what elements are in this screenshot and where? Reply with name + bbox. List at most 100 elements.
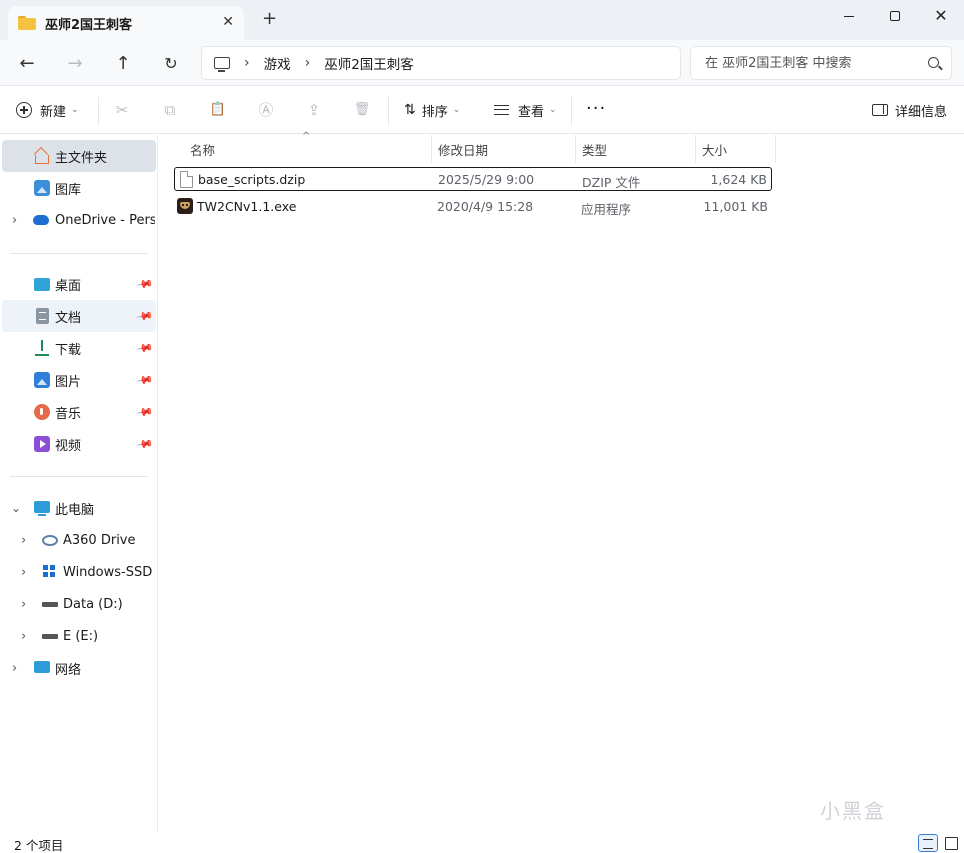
column-header-type[interactable]: 类型 — [582, 135, 607, 163]
close-window-button[interactable]: ✕ — [918, 0, 964, 32]
sidebar-item-music[interactable]: 音乐 📌 — [2, 396, 156, 428]
address-row: ← → ↑ ↻ › 游戏 › 巫师2国王刺客 — [0, 40, 964, 86]
navigation-pane: 主文件夹 图库 › OneDrive - Perso 桌面 📌 文档 📌 下载 … — [0, 135, 158, 832]
copy-icon[interactable]: ⧉ — [161, 101, 179, 119]
details-view-button[interactable] — [918, 834, 938, 852]
chevron-down-icon: ⌄ — [549, 105, 557, 115]
network-icon — [34, 661, 50, 673]
chevron-right-icon[interactable]: › — [12, 213, 17, 228]
sidebar-item-gallery[interactable]: 图库 — [2, 172, 156, 204]
chevron-right-icon[interactable]: › — [305, 55, 311, 71]
sort-button[interactable]: ⇅ 排序 ⌄ — [404, 95, 460, 125]
pin-icon[interactable]: 📌 — [136, 403, 155, 422]
minimize-button[interactable] — [826, 0, 872, 32]
status-bar: 2 个项目 — [0, 832, 964, 853]
file-date: 2025/5/29 9:00 — [438, 172, 535, 187]
sidebar-item-label: OneDrive - Perso — [55, 212, 155, 228]
chevron-right-icon[interactable]: › — [21, 565, 26, 580]
view-icon — [494, 105, 509, 115]
column-divider[interactable] — [775, 135, 776, 163]
desktop-icon — [34, 278, 50, 291]
delete-icon[interactable]: 🗑 — [353, 101, 371, 119]
column-header-name[interactable]: 名称 — [190, 135, 215, 163]
column-header-size[interactable]: 大小 — [702, 135, 727, 163]
close-icon: ✕ — [934, 6, 948, 25]
video-icon — [34, 436, 50, 452]
pin-icon[interactable]: 📌 — [136, 339, 155, 358]
sidebar-item-a360-drive[interactable]: › A360 Drive — [2, 524, 156, 556]
forward-button[interactable]: → — [59, 48, 91, 78]
pin-icon[interactable]: 📌 — [136, 275, 155, 294]
pin-icon[interactable]: 📌 — [136, 371, 155, 390]
sidebar-item-windows-ssd[interactable]: › Windows-SSD (C — [2, 556, 156, 588]
sidebar-item-pictures[interactable]: 图片 📌 — [2, 364, 156, 396]
view-button[interactable]: 查看 ⌄ — [494, 95, 557, 125]
details-pane-button[interactable]: 详细信息 — [872, 95, 947, 125]
breadcrumb-current[interactable]: 巫师2国王刺客 — [324, 53, 414, 73]
chevron-right-icon[interactable]: › — [12, 661, 17, 676]
sidebar-item-home[interactable]: 主文件夹 — [2, 140, 156, 172]
table-row[interactable]: TW2CNv1.1.exe 2020/4/9 15:28 应用程序 11,001… — [174, 195, 772, 219]
file-size: 11,001 KB — [703, 199, 768, 214]
paste-icon[interactable]: 📋 — [209, 101, 227, 119]
table-row[interactable]: base_scripts.dzip 2025/5/29 9:00 DZIP 文件… — [174, 167, 772, 191]
sidebar-item-this-pc[interactable]: ⌄ 此电脑 — [2, 492, 156, 524]
chevron-right-icon[interactable]: › — [244, 55, 250, 71]
pin-icon[interactable]: 📌 — [136, 435, 155, 454]
sidebar-item-label: 视频 — [55, 438, 82, 454]
toolbar-divider — [571, 97, 572, 125]
details-pane-icon — [872, 104, 888, 116]
back-button[interactable]: ← — [11, 48, 43, 78]
sidebar-item-e-drive[interactable]: › E (E:) — [2, 620, 156, 652]
search-input[interactable] — [705, 55, 915, 71]
sidebar-item-downloads[interactable]: 下载 📌 — [2, 332, 156, 364]
tab-current-folder[interactable]: 巫师2国王刺客 ✕ — [8, 6, 244, 40]
sidebar-item-data-drive[interactable]: › Data (D:) — [2, 588, 156, 620]
onedrive-icon — [33, 215, 49, 225]
sidebar-item-onedrive[interactable]: › OneDrive - Perso — [2, 204, 156, 236]
toolbar-divider — [98, 97, 99, 125]
chevron-right-icon[interactable]: › — [21, 533, 26, 548]
new-button[interactable]: 新建 ⌄ — [16, 95, 79, 125]
column-header-date[interactable]: 修改日期 — [438, 135, 488, 163]
tiles-view-button[interactable] — [941, 834, 961, 852]
address-bar[interactable]: › 游戏 › 巫师2国王刺客 — [201, 46, 681, 80]
column-divider[interactable] — [695, 135, 696, 163]
sidebar-item-desktop[interactable]: 桌面 📌 — [2, 268, 156, 300]
sidebar-item-label: 音乐 — [55, 406, 82, 422]
new-tab-button[interactable]: + — [262, 10, 277, 28]
search-box[interactable] — [690, 46, 952, 80]
maximize-button[interactable] — [872, 0, 918, 32]
breadcrumb-games[interactable]: 游戏 — [264, 53, 291, 73]
sidebar-item-network[interactable]: › 网络 — [2, 652, 156, 684]
drive-icon — [42, 634, 58, 639]
close-tab-button[interactable]: ✕ — [222, 14, 234, 30]
refresh-button[interactable]: ↻ — [155, 48, 187, 78]
sidebar-item-label: 图片 — [55, 374, 82, 390]
share-icon[interactable]: ⇪ — [305, 101, 323, 119]
file-list: ^ 名称 修改日期 类型 大小 base_scripts.dzip 2025/5… — [159, 131, 964, 832]
view-label: 查看 — [518, 104, 545, 120]
computer-icon — [214, 57, 230, 72]
rename-icon[interactable]: Ⓐ — [257, 101, 275, 119]
sidebar-item-label: 图库 — [55, 182, 82, 198]
file-date: 2020/4/9 15:28 — [437, 199, 534, 214]
pin-icon[interactable]: 📌 — [136, 307, 155, 326]
column-divider[interactable] — [431, 135, 432, 163]
column-divider[interactable] — [575, 135, 576, 163]
search-icon[interactable] — [928, 57, 939, 68]
more-options-button[interactable]: ··· — [586, 93, 606, 123]
sidebar-item-videos[interactable]: 视频 📌 — [2, 428, 156, 460]
chevron-right-icon[interactable]: › — [21, 629, 26, 644]
sidebar-item-label: 文档 — [55, 310, 82, 326]
sidebar-item-label: A360 Drive — [63, 532, 136, 548]
sidebar-item-documents[interactable]: 文档 📌 — [2, 300, 156, 332]
home-icon — [33, 148, 49, 164]
file-type: DZIP 文件 — [582, 175, 641, 190]
up-button[interactable]: ↑ — [107, 48, 139, 78]
sidebar-item-label: 网络 — [55, 662, 82, 678]
chevron-right-icon[interactable]: › — [21, 597, 26, 612]
sidebar-item-label: 桌面 — [55, 278, 82, 294]
cut-icon[interactable]: ✂ — [113, 101, 131, 119]
chevron-down-icon[interactable]: ⌄ — [11, 501, 21, 515]
